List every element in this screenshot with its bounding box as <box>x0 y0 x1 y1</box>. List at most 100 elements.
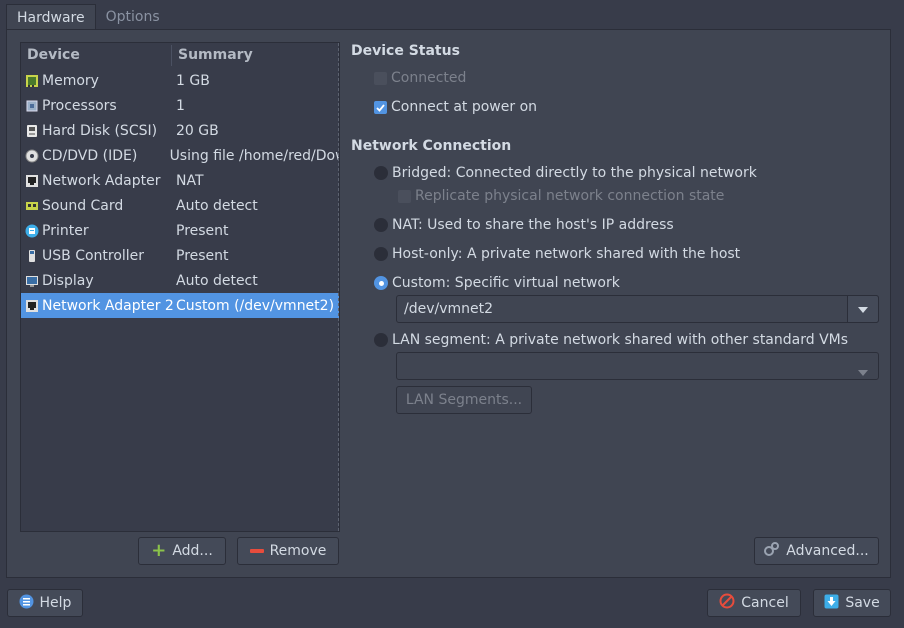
connect-at-power-on-label: Connect at power on <box>391 99 538 115</box>
memory-icon <box>25 74 39 88</box>
device-name: USB Controller <box>42 247 145 264</box>
device-summary: NAT <box>176 172 204 189</box>
device-row-usb-controller[interactable]: USB Controller Present <box>21 243 339 268</box>
custom-network-combo[interactable]: /dev/vmnet2 <box>396 295 879 323</box>
device-row-display[interactable]: Display Auto detect <box>21 268 339 293</box>
cancel-icon <box>719 593 735 613</box>
remove-button-label: Remove <box>269 543 327 559</box>
printer-icon <box>25 224 39 238</box>
usb-icon <box>25 249 39 263</box>
device-row-hard-disk[interactable]: Hard Disk (SCSI) 20 GB <box>21 118 339 143</box>
radio-circle-selected <box>374 276 388 290</box>
plus-icon: + <box>151 540 167 561</box>
hardware-panel: Device Summary Memory 1 GB Processors 1 <box>6 29 891 578</box>
connected-label: Connected <box>391 70 467 86</box>
radio-circle <box>374 218 388 232</box>
radio-circle <box>374 166 388 180</box>
help-icon <box>19 594 34 613</box>
device-summary: 20 GB <box>176 122 219 139</box>
device-name: Sound Card <box>42 197 124 214</box>
network-adapter-icon <box>25 299 39 313</box>
device-summary: Auto detect <box>176 197 258 214</box>
save-label: Save <box>845 595 880 611</box>
save-button[interactable]: Save <box>813 589 891 617</box>
device-name: Printer <box>42 222 89 239</box>
radio-circle <box>374 333 388 347</box>
cancel-button[interactable]: Cancel <box>707 589 801 617</box>
help-label: Help <box>39 595 72 611</box>
minus-icon <box>249 549 264 553</box>
tab-bar: Hardware Options <box>6 4 170 30</box>
lan-segments-button[interactable]: LAN Segments... <box>396 386 532 414</box>
device-name: CD/DVD (IDE) <box>42 147 138 164</box>
device-summary: Using file /home/red/Dow <box>169 147 339 164</box>
device-summary: 1 GB <box>176 72 210 89</box>
help-button[interactable]: Help <box>7 589 83 617</box>
list-header: Device Summary <box>21 43 339 68</box>
device-row-memory[interactable]: Memory 1 GB <box>21 68 339 93</box>
replicate-checkbox[interactable]: Replicate physical network connection st… <box>398 188 724 204</box>
device-row-cd-dvd[interactable]: CD/DVD (IDE) Using file /home/red/Dow <box>21 143 339 168</box>
add-button[interactable]: + Add... <box>138 537 226 565</box>
list-divider <box>338 43 339 531</box>
combo-dropdown-button[interactable] <box>847 295 879 323</box>
connected-checkbox[interactable]: Connected <box>374 70 466 86</box>
device-summary: 1 <box>176 97 185 114</box>
tab-hardware[interactable]: Hardware <box>6 4 96 30</box>
hard-disk-icon <box>25 124 39 138</box>
radio-circle <box>374 247 388 261</box>
device-row-sound-card[interactable]: Sound Card Auto detect <box>21 193 339 218</box>
processor-icon <box>25 99 39 113</box>
add-button-label: Add... <box>172 543 213 559</box>
device-status-title: Device Status <box>351 43 460 59</box>
lan-segments-label: LAN Segments... <box>405 392 523 408</box>
cd-dvd-icon <box>25 149 39 163</box>
device-name: Processors <box>42 97 117 114</box>
advanced-button[interactable]: Advanced... <box>754 537 879 565</box>
gears-icon <box>764 542 780 560</box>
tab-options[interactable]: Options <box>96 4 170 30</box>
device-name: Network Adapter 2 <box>42 297 174 314</box>
advanced-label: Advanced... <box>786 543 869 559</box>
device-summary: Present <box>176 222 229 239</box>
check-icon <box>374 100 387 114</box>
device-summary: Custom (/dev/vmnet2) <box>176 297 335 314</box>
device-list[interactable]: Device Summary Memory 1 GB Processors 1 <box>20 42 340 532</box>
remove-button[interactable]: Remove <box>237 537 339 565</box>
replicate-label: Replicate physical network connection st… <box>415 188 725 204</box>
bridged-radio[interactable]: Bridged: Connected directly to the physi… <box>374 165 757 181</box>
custom-label: Custom: Specific virtual network <box>392 275 620 291</box>
host-only-radio[interactable]: Host-only: A private network shared with… <box>374 246 740 262</box>
lan-segment-label: LAN segment: A private network shared wi… <box>392 332 849 348</box>
device-name: Display <box>42 272 94 289</box>
save-icon <box>824 594 839 613</box>
custom-network-value: /dev/vmnet2 <box>404 301 494 317</box>
device-row-processors[interactable]: Processors 1 <box>21 93 339 118</box>
device-name: Hard Disk (SCSI) <box>42 122 158 139</box>
device-row-network-adapter[interactable]: Network Adapter NAT <box>21 168 339 193</box>
device-summary: Auto detect <box>176 272 258 289</box>
checkbox-box <box>374 71 387 85</box>
device-row-network-adapter-2[interactable]: Network Adapter 2 Custom (/dev/vmnet2) <box>21 293 339 318</box>
device-name: Network Adapter <box>42 172 161 189</box>
column-header-device[interactable]: Device <box>21 45 172 66</box>
network-connection-title: Network Connection <box>351 138 512 154</box>
connect-at-power-on-checkbox[interactable]: Connect at power on <box>374 99 537 115</box>
nat-label: NAT: Used to share the host's IP address <box>392 217 674 233</box>
lan-segment-radio[interactable]: LAN segment: A private network shared wi… <box>374 332 848 348</box>
device-name: Memory <box>42 72 99 89</box>
bridged-label: Bridged: Connected directly to the physi… <box>392 165 757 181</box>
host-only-label: Host-only: A private network shared with… <box>392 246 741 262</box>
column-header-summary[interactable]: Summary <box>172 43 259 68</box>
chevron-down-icon <box>858 301 868 317</box>
device-summary: Present <box>176 247 229 264</box>
lan-segment-combo[interactable] <box>396 352 879 380</box>
device-row-printer[interactable]: Printer Present <box>21 218 339 243</box>
display-icon <box>25 274 39 288</box>
chevron-down-icon <box>858 364 868 380</box>
network-adapter-icon <box>25 174 39 188</box>
nat-radio[interactable]: NAT: Used to share the host's IP address <box>374 217 674 233</box>
custom-radio[interactable]: Custom: Specific virtual network <box>374 275 620 291</box>
sound-card-icon <box>25 199 39 213</box>
cancel-label: Cancel <box>741 595 789 611</box>
